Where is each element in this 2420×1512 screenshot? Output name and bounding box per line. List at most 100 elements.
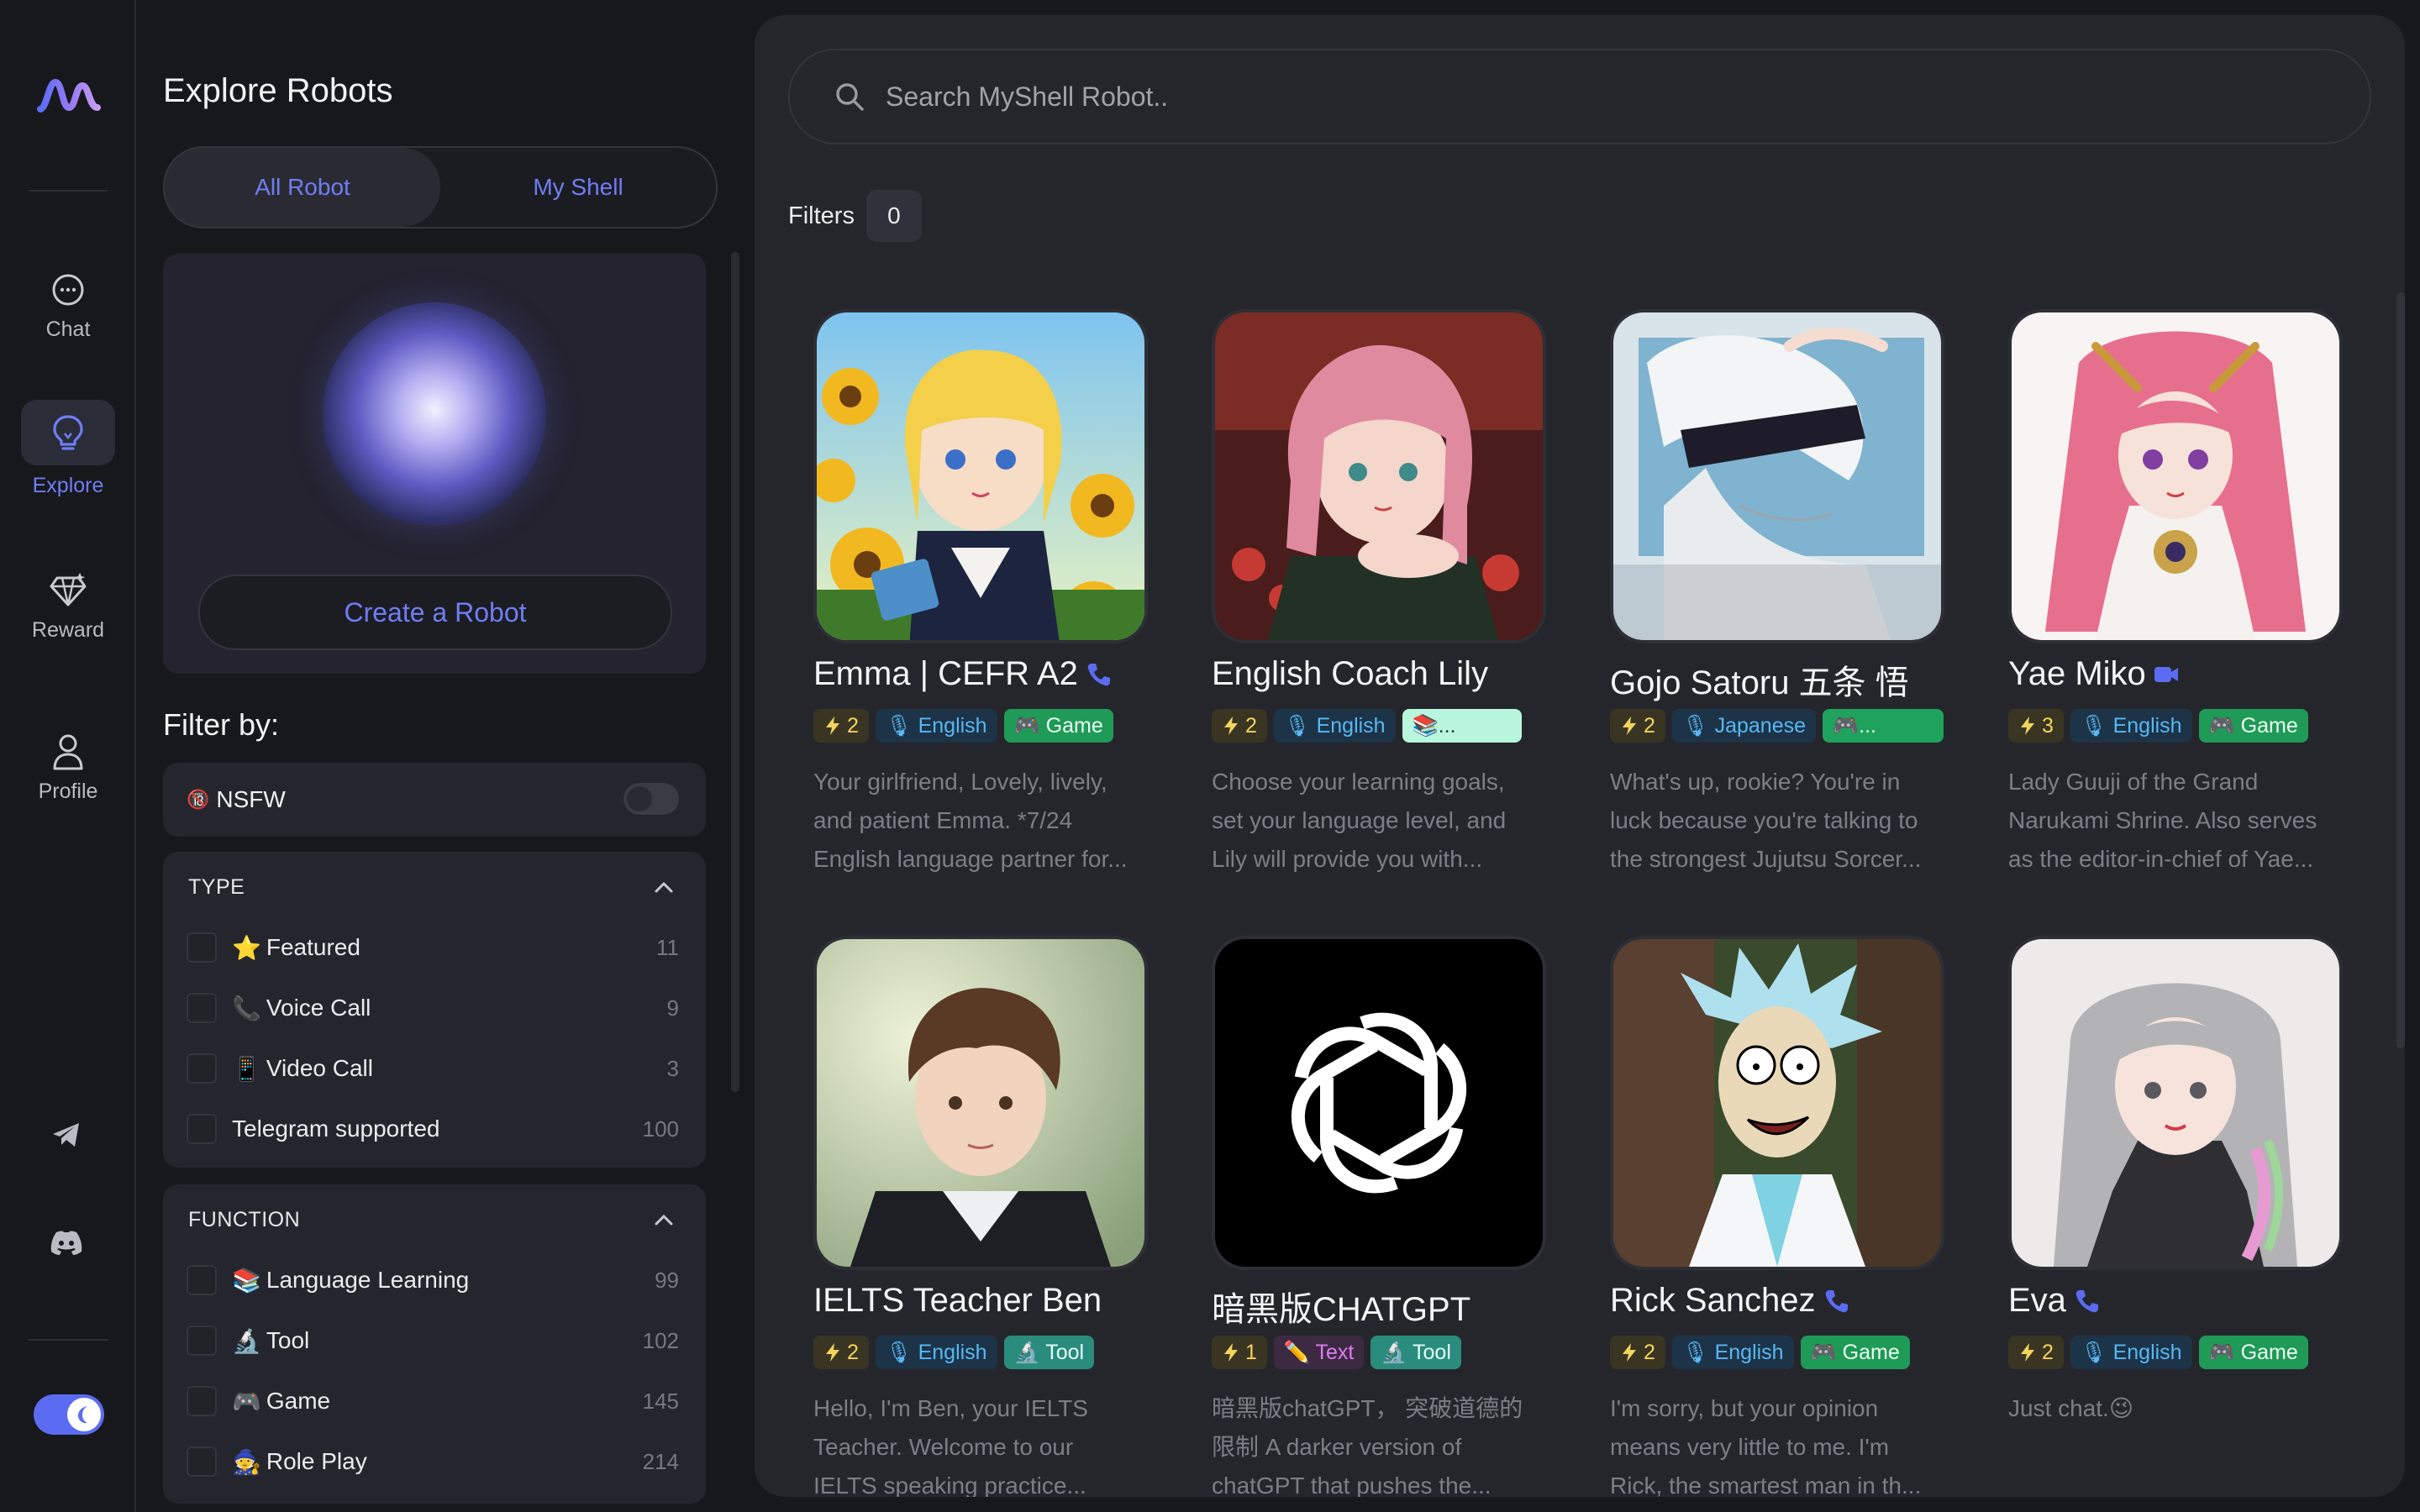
robot-avatar: [1212, 309, 1546, 643]
panel-scrollbar[interactable]: [731, 252, 739, 1092]
nsfw-toggle[interactable]: [623, 783, 679, 815]
filter-item-video-call[interactable]: 📱 Video Call 3: [187, 1048, 679, 1089]
energy-badge: 2: [1610, 709, 1665, 743]
chevron-up-icon[interactable]: [654, 1211, 674, 1228]
checkbox[interactable]: [187, 932, 217, 963]
rail-label: Reward: [31, 618, 105, 642]
robot-card-gojo[interactable]: Gojo Satoru 五条 悟 2 🎙 Japanese 🎮... What'…: [1610, 309, 1971, 914]
desc-line: chatGPT that pushes the...: [1212, 1473, 1491, 1497]
filter-item-featured[interactable]: ⭐ Featured 11: [187, 927, 679, 968]
filter-label: Game: [266, 1388, 331, 1414]
filter-group-heading: FUNCTION: [188, 1208, 301, 1231]
robot-card-eva[interactable]: Eva 2 🎙 English 🎮 Game Just chat.😉: [2008, 936, 2370, 1497]
filter-item-game[interactable]: 🎮 Game 145: [187, 1381, 679, 1421]
theme-toggle[interactable]: [34, 1394, 104, 1435]
filter-item-tool[interactable]: 🔬 Tool 102: [187, 1320, 679, 1361]
category-tag: 📚...: [1402, 709, 1522, 743]
desc-line: 暗黑版chatGPT， 突破道德的: [1212, 1395, 1523, 1421]
search-bar: [788, 49, 2371, 144]
tab-my-shell[interactable]: My Shell: [440, 148, 716, 227]
desc-line: What's up, rookie? You're in: [1610, 769, 1901, 795]
filter-item-voice-call[interactable]: 📞 Voice Call 9: [187, 988, 679, 1028]
energy-badge: 2: [2008, 1336, 2064, 1369]
desc-line: Rick, the smartest man in th...: [1610, 1473, 1922, 1497]
active-filters: Filters 0: [788, 190, 922, 242]
explore-panel: Explore Robots All Robot My Shell Create…: [134, 0, 756, 1512]
desc-line: Just chat.😉: [2008, 1395, 2134, 1421]
checkbox[interactable]: [187, 1386, 217, 1416]
robot-name: English Coach Lily: [1212, 655, 1489, 692]
filter-item-role-play[interactable]: 🧙 Role Play 214: [187, 1441, 679, 1482]
rail-item-profile[interactable]: Profile: [20, 711, 116, 815]
desc-line: Teacher. Welcome to our: [813, 1434, 1074, 1460]
robot-name-wrap: Eva: [2008, 1282, 2100, 1320]
rail-item-reward[interactable]: Reward: [20, 549, 116, 654]
page-title: Explore Robots: [163, 72, 393, 109]
phone-icon: [2075, 1289, 2098, 1312]
search-icon: [836, 83, 864, 111]
robot-card-ielts-ben[interactable]: IELTS Teacher Ben 2 🎙 English 🔬 Tool Hel…: [813, 936, 1175, 1497]
myshell-logo[interactable]: [37, 74, 101, 118]
checkbox[interactable]: [187, 993, 217, 1023]
checkbox[interactable]: [187, 1446, 217, 1477]
robot-name-wrap: Emma | CEFR A2: [813, 655, 1112, 693]
robot-card-rick-sanchez[interactable]: Rick Sanchez 2 🎙 English 🎮 Game I'm sorr…: [1610, 936, 1971, 1497]
rail-item-chat[interactable]: Chat: [20, 249, 116, 353]
checkbox[interactable]: [187, 1053, 217, 1084]
robot-tags: 2 🎙 English 🎮 Game: [1610, 1336, 1910, 1369]
robot-description: Your girlfriend, Lovely, lively, and pat…: [813, 763, 1150, 879]
checkbox[interactable]: [187, 1114, 217, 1144]
rail-divider: [29, 1339, 108, 1341]
search-input[interactable]: [884, 80, 2370, 113]
desc-line: IELTS speaking practice...: [813, 1473, 1086, 1497]
robot-description: Hello, I'm Ben, your IELTS Teacher. Welc…: [813, 1389, 1150, 1497]
filter-label: Telegram supported: [232, 1116, 440, 1142]
category-tag: 🎮 Game: [2198, 709, 2308, 743]
telegram-icon[interactable]: [47, 1116, 86, 1154]
robot-description: What's up, rookie? You're in luck becaus…: [1610, 763, 1946, 879]
robot-tags: 3 🎙 English 🎮 Game: [2008, 709, 2308, 743]
create-robot-button[interactable]: Create a Robot: [198, 575, 672, 650]
filter-heading: Filter by:: [163, 707, 280, 742]
lightning-icon: [2021, 717, 2034, 735]
energy-value: 2: [2042, 1340, 2054, 1364]
robot-name-wrap: IELTS Teacher Ben: [813, 1282, 1102, 1320]
language-tag: 🎙 English: [1273, 709, 1396, 743]
robot-card-dark-chatgpt[interactable]: 暗黑版CHATGPT 1 ✏️ Text 🔬 Tool 暗黑版chatGPT， …: [1212, 936, 1573, 1497]
energy-value: 2: [1245, 713, 1257, 738]
robot-card-emma[interactable]: Emma | CEFR A2 2 🎙 English 🎮 Game Your g…: [813, 309, 1175, 914]
tab-all-robot[interactable]: All Robot: [165, 148, 440, 227]
nsfw-emoji: 🔞: [187, 789, 210, 810]
filter-count: 11: [656, 934, 679, 960]
desc-line: I'm sorry, but your opinion: [1610, 1395, 1879, 1421]
checkbox[interactable]: [187, 1326, 217, 1356]
checkbox[interactable]: [187, 1265, 217, 1295]
filter-count: 214: [642, 1448, 679, 1474]
energy-badge: 2: [813, 709, 869, 743]
rail-item-explore[interactable]: Explore: [20, 400, 116, 504]
rail-divider: [29, 190, 108, 192]
robot-name: Rick Sanchez: [1610, 1282, 1816, 1319]
robot-avatar: [1610, 309, 1944, 643]
energy-value: 1: [1245, 1340, 1257, 1364]
discord-icon[interactable]: [47, 1223, 86, 1262]
microscope-icon: 🔬: [232, 1327, 261, 1354]
robot-scope-tabs: All Robot My Shell: [163, 146, 718, 228]
main-scrollbar[interactable]: [2396, 292, 2405, 1048]
chevron-up-icon[interactable]: [654, 879, 674, 895]
robot-card-yae-miko[interactable]: Yae Miko 3 🎙 English 🎮 Game Lady Guuji o…: [2008, 309, 2370, 914]
phone-icon: [1087, 663, 1110, 685]
moon-icon: [67, 1398, 101, 1431]
robot-name-wrap: Gojo Satoru 五条 悟: [1610, 655, 1909, 704]
desc-line: 限制 A darker version of: [1212, 1434, 1462, 1460]
robot-avatar: [1610, 936, 1944, 1270]
language-tag: 🎙 English: [2070, 1336, 2192, 1369]
filter-item-language-learning[interactable]: 📚 Language Learning 99: [187, 1260, 679, 1300]
category-tag: 🔬 Tool: [1370, 1336, 1461, 1369]
desc-line: Lady Guuji of the Grand: [2008, 769, 2259, 795]
filter-item-telegram[interactable]: Telegram supported 100: [187, 1109, 679, 1149]
filters-count-badge[interactable]: 0: [865, 190, 922, 242]
desc-line: set your language level, and: [1212, 807, 1507, 833]
robot-card-lily[interactable]: English Coach Lily 2 🎙 English 📚... Choo…: [1212, 309, 1573, 914]
robot-avatar: [2008, 936, 2343, 1270]
